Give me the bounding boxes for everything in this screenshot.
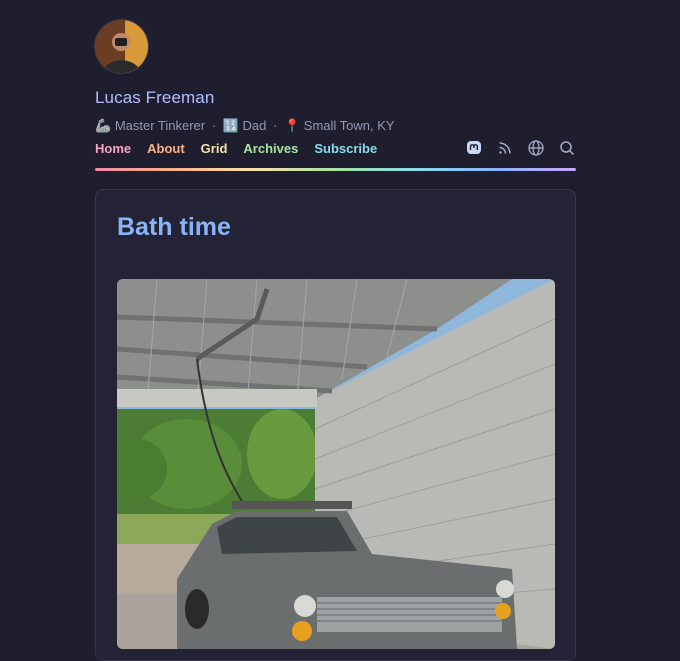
social-icons — [465, 139, 576, 157]
mastodon-icon[interactable] — [465, 139, 483, 157]
rss-icon[interactable] — [496, 139, 514, 157]
post-photo[interactable] — [117, 279, 555, 649]
numbers-icon: 🔢 — [222, 118, 239, 133]
profile-tagline: 🦾 Master Tinkerer · 🔢 Dad · 📍 Small Town… — [95, 118, 395, 134]
separator: · — [211, 118, 217, 133]
avatar[interactable] — [95, 20, 148, 73]
avatar-image — [95, 20, 148, 73]
nav-subscribe[interactable]: Subscribe — [314, 141, 377, 156]
main-nav: Home About Grid Archives Subscribe — [95, 141, 393, 156]
post-title[interactable]: Bath time — [117, 213, 231, 242]
car-photo-icon — [117, 279, 555, 649]
nav-home[interactable]: Home — [95, 141, 131, 156]
globe-icon[interactable] — [527, 139, 545, 157]
robot-arm-icon: 🦾 — [95, 118, 112, 133]
post-card: Bath time — [95, 189, 576, 661]
nav-archives[interactable]: Archives — [243, 141, 298, 156]
rainbow-divider — [95, 168, 576, 171]
site-author-name[interactable]: Lucas Freeman — [95, 88, 214, 108]
tagline-item-dad: Dad — [242, 118, 267, 133]
separator: · — [273, 118, 278, 133]
search-icon[interactable] — [558, 139, 576, 157]
tagline-item-tinkerer: Master Tinkerer — [114, 118, 206, 133]
nav-about[interactable]: About — [147, 141, 185, 156]
nav-grid[interactable]: Grid — [201, 141, 228, 156]
location-pin-icon: 📍 — [283, 118, 301, 133]
tagline-item-location: Small Town, KY — [303, 118, 395, 133]
